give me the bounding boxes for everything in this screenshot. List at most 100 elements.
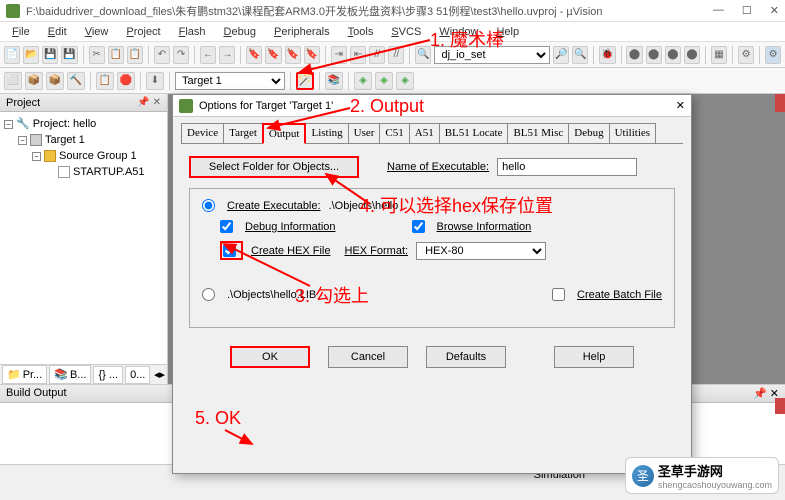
tab-functions[interactable]: {} ... — [93, 366, 123, 384]
pack2-icon[interactable]: ◈ — [375, 72, 393, 90]
tab-templates[interactable]: 0... — [125, 366, 150, 384]
create-batch-checkbox[interactable] — [552, 288, 565, 301]
pin-icon[interactable]: 📌 ✕ — [137, 97, 161, 108]
project-tree[interactable]: − 🔧 Project: hello − Target 1 − Source G… — [0, 112, 167, 364]
breakpoint3-icon[interactable]: ⬤ — [665, 46, 681, 64]
debug-icon[interactable]: 🐞 — [599, 46, 615, 64]
tab-device[interactable]: Device — [181, 123, 224, 143]
menu-help[interactable]: Help — [488, 24, 527, 40]
menu-file[interactable]: File — [4, 24, 38, 40]
stop-icon[interactable]: 🛑 — [117, 72, 135, 90]
redo-icon[interactable]: ↷ — [173, 46, 189, 64]
options-target-icon[interactable]: 🪄 — [296, 72, 314, 90]
minimize-button[interactable]: — — [713, 4, 724, 17]
indent-icon[interactable]: ⇥ — [331, 46, 347, 64]
paste-icon[interactable]: 📋 — [127, 46, 143, 64]
bookmark-prev-icon[interactable]: 🔖 — [265, 46, 281, 64]
bookmark-icon[interactable]: 🔖 — [246, 46, 262, 64]
config2-icon[interactable]: ⚙ — [765, 46, 781, 64]
tab-output[interactable]: Output — [262, 123, 307, 144]
manage-icon[interactable]: 📚 — [325, 72, 343, 90]
close-panel-icon[interactable] — [775, 398, 785, 414]
findtext-dropdown[interactable]: dj_io_set — [434, 46, 550, 64]
menu-svcs[interactable]: SVCS — [383, 24, 429, 40]
menu-flash[interactable]: Flash — [171, 24, 214, 40]
breakpoint2-icon[interactable]: ⬤ — [646, 46, 662, 64]
expander-icon[interactable]: − — [32, 152, 41, 161]
hex-format-dropdown[interactable]: HEX-80 — [416, 242, 546, 260]
comment-icon[interactable]: // — [369, 46, 385, 64]
expander-icon[interactable]: − — [18, 136, 27, 145]
find-next-icon[interactable]: 🔎 — [553, 46, 569, 64]
uncomment-icon[interactable]: // — [388, 46, 404, 64]
expander-icon[interactable]: − — [4, 120, 13, 129]
hex-format-label: HEX Format: — [344, 245, 408, 257]
tab-project[interactable]: 📁 Pr... — [2, 365, 47, 384]
tab-utilities[interactable]: Utilities — [609, 123, 656, 143]
maximize-button[interactable]: ☐ — [742, 4, 752, 17]
ok-button[interactable]: OK — [230, 346, 310, 368]
open-icon[interactable]: 📂 — [23, 46, 39, 64]
translate-icon[interactable]: ⬜ — [4, 72, 22, 90]
menu-view[interactable]: View — [77, 24, 117, 40]
window-icon[interactable]: ▦ — [711, 46, 727, 64]
debug-info-checkbox[interactable] — [220, 220, 233, 233]
target-dropdown[interactable]: Target 1 — [175, 72, 285, 90]
breakpoint4-icon[interactable]: ⬤ — [684, 46, 700, 64]
nav-fwd-icon[interactable]: → — [219, 46, 235, 64]
create-hex-checkbox[interactable] — [223, 244, 236, 257]
tree-file[interactable]: STARTUP.A51 — [73, 164, 145, 180]
create-lib-radio[interactable] — [202, 288, 215, 301]
defaults-button[interactable]: Defaults — [426, 346, 506, 368]
batch-icon[interactable]: 📋 — [96, 72, 114, 90]
menu-project[interactable]: Project — [118, 24, 168, 40]
build-icon[interactable]: 📦 — [25, 72, 43, 90]
name-exe-input[interactable] — [497, 158, 637, 176]
bookmark-next-icon[interactable]: 🔖 — [285, 46, 301, 64]
tab-bl51-locate[interactable]: BL51 Locate — [439, 123, 509, 143]
config-icon[interactable]: ⚙ — [738, 46, 754, 64]
nav-back-icon[interactable]: ← — [200, 46, 216, 64]
tab-user[interactable]: User — [348, 123, 381, 143]
tab-books[interactable]: 📚 B... — [49, 365, 91, 384]
outdent-icon[interactable]: ⇤ — [350, 46, 366, 64]
help-button[interactable]: Help — [554, 346, 634, 368]
tree-target[interactable]: Target 1 — [45, 132, 85, 148]
close-panel-icon[interactable] — [775, 94, 785, 112]
find-icon[interactable]: 🔍 — [415, 46, 431, 64]
download-icon[interactable]: ⬇ — [146, 72, 164, 90]
undo-icon[interactable]: ↶ — [154, 46, 170, 64]
close-button[interactable]: ✕ — [770, 4, 779, 17]
cancel-button[interactable]: Cancel — [328, 346, 408, 368]
save-icon[interactable]: 💾 — [42, 46, 58, 64]
pack3-icon[interactable]: ◈ — [396, 72, 414, 90]
breakpoint-icon[interactable]: ⬤ — [626, 46, 642, 64]
tab-listing[interactable]: Listing — [305, 123, 348, 143]
browse-info-checkbox[interactable] — [412, 220, 425, 233]
dialog-close-icon[interactable]: ✕ — [676, 99, 685, 112]
new-icon[interactable]: 📄 — [4, 46, 20, 64]
menu-edit[interactable]: Edit — [40, 24, 75, 40]
menu-window[interactable]: Window — [431, 24, 486, 40]
project-root[interactable]: Project: hello — [33, 116, 97, 132]
cut-icon[interactable]: ✂ — [89, 46, 105, 64]
menu-peripherals[interactable]: Peripherals — [266, 24, 338, 40]
tree-group[interactable]: Source Group 1 — [59, 148, 137, 164]
tab-bl51-misc[interactable]: BL51 Misc — [507, 123, 569, 143]
tab-c51[interactable]: C51 — [379, 123, 409, 143]
tab-a51[interactable]: A51 — [409, 123, 440, 143]
menu-tools[interactable]: Tools — [340, 24, 382, 40]
saveall-icon[interactable]: 💾 — [61, 46, 77, 64]
tab-target[interactable]: Target — [223, 123, 263, 143]
pack-icon[interactable]: ◈ — [354, 72, 372, 90]
copy-icon[interactable]: 📋 — [108, 46, 124, 64]
tab-debug[interactable]: Debug — [568, 123, 609, 143]
tab-overflow-icon[interactable]: ◂▸ — [154, 368, 165, 381]
rebuild-icon[interactable]: 🔨 — [67, 72, 85, 90]
find-prev-icon[interactable]: 🔍 — [572, 46, 588, 64]
select-folder-button[interactable]: Select Folder for Objects... — [189, 156, 359, 178]
create-exe-radio[interactable] — [202, 199, 215, 212]
menu-debug[interactable]: Debug — [216, 24, 264, 40]
bookmark-clear-icon[interactable]: 🔖 — [304, 46, 320, 64]
build-all-icon[interactable]: 📦 — [46, 72, 64, 90]
